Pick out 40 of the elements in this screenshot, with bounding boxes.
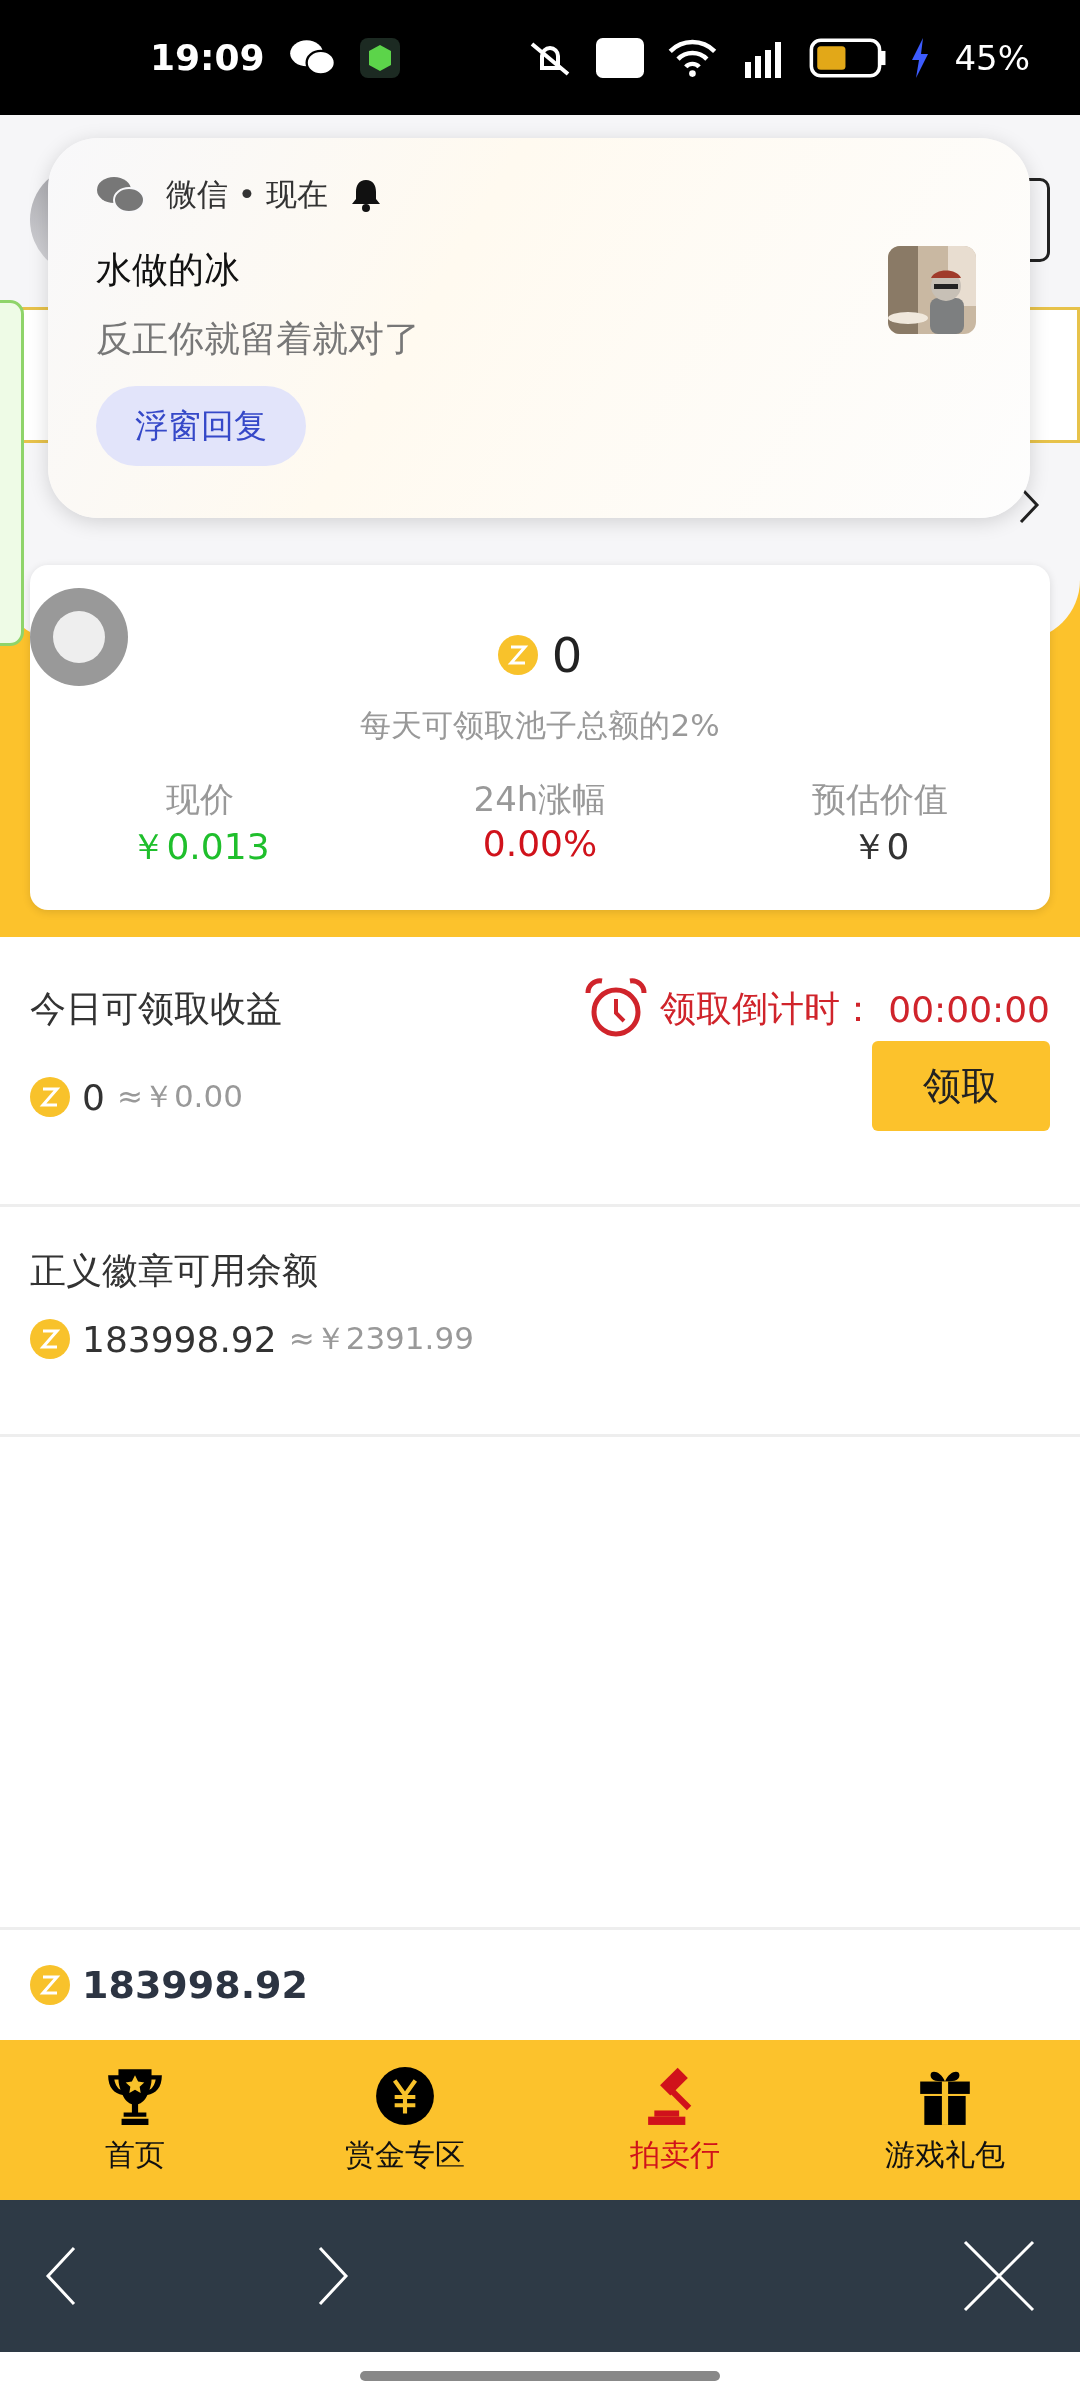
- pool-note: 每天可领取池子总额的2%: [360, 706, 720, 745]
- stat-value: ￥0: [850, 825, 910, 869]
- sender-name: 水做的冰: [96, 248, 240, 292]
- forward-button[interactable]: [317, 2246, 349, 2306]
- back-button[interactable]: [45, 2246, 77, 2306]
- coin-icon: [497, 635, 538, 675]
- nav-tab[interactable]: 赏金专区: [270, 2040, 540, 2200]
- stat-label: 24h涨幅: [473, 778, 607, 821]
- stat-label: 预估价值: [812, 778, 948, 821]
- notification-source: 微信 • 现在: [166, 175, 328, 214]
- nav-tab[interactable]: 游戏礼包: [810, 2040, 1080, 2200]
- coin-icon: [30, 1965, 70, 2005]
- stat-label: 现价: [166, 778, 234, 821]
- stat-value: 0.00%: [482, 823, 598, 864]
- claim-value: ≈￥0.00: [116, 1077, 243, 1116]
- clock-time: 19:09: [150, 37, 265, 78]
- nav-tab[interactable]: 首页: [0, 2040, 270, 2200]
- coin-icon: [30, 1319, 70, 1359]
- message-text: 反正你就留着就对了: [96, 317, 420, 361]
- countdown-label: 领取倒计时：: [660, 986, 877, 1031]
- battery-level: 45%: [954, 37, 1030, 78]
- wifi-icon: [667, 37, 717, 78]
- battery-icon: [808, 37, 887, 78]
- coin-icon: [30, 1077, 70, 1117]
- claim-amount: 0: [82, 1076, 105, 1118]
- countdown-time: 00:00:00: [888, 988, 1050, 1030]
- close-button[interactable]: [963, 2240, 1035, 2312]
- balance-amount: 183998.92: [82, 1318, 277, 1360]
- pool-amount: 0: [551, 627, 583, 683]
- reply-button[interactable]: 浮窗回复: [96, 386, 306, 466]
- balance-title: 正义徽章可用余额: [30, 1249, 319, 1293]
- claim-title: 今日可领取收益: [30, 986, 282, 1031]
- notification-toast[interactable]: 微信 • 现在 水做的冰 反正你就留着就对了 浮窗回复: [48, 138, 1030, 518]
- claim-button[interactable]: 领取: [872, 1041, 1050, 1131]
- yen-icon: [374, 2064, 436, 2127]
- charging-icon: [910, 37, 931, 78]
- stat-value: ￥0.013: [130, 825, 270, 869]
- total-amount: 183998.92: [82, 1963, 308, 2007]
- balance-value: ≈￥2391.99: [288, 1319, 474, 1358]
- app-icon: [359, 37, 400, 78]
